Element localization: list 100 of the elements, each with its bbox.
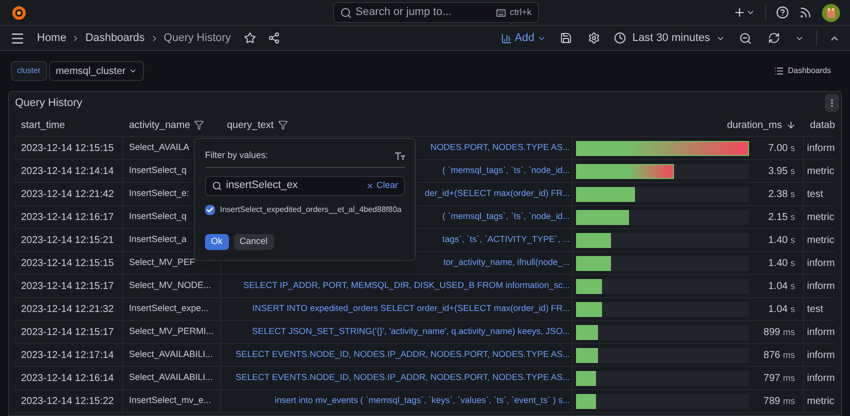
query-link[interactable]: insert into mv_events ( `memsql_tags`, `keys`, `values`, `ts`, `event_ts` ) s... — [274, 394, 570, 408]
table-cell-text: metric — [807, 164, 834, 178]
panel-menu-button[interactable] — [825, 94, 839, 112]
table-cell-text: Select_AVAILABILI... — [129, 348, 213, 362]
query-link[interactable]: SELECT EVENTS.NODE_ID, NODES.IP_ADDR, NODES.PORT, NODES.TYPE AS... — [235, 371, 570, 385]
variable-dropdown[interactable]: memsql_cluster — [48, 61, 144, 81]
cancel-button[interactable]: Cancel — [234, 234, 274, 250]
duration-value: 1.04 s — [767, 280, 795, 294]
table-cell-text: inform — [807, 256, 835, 270]
duration-value: 2.38 s — [767, 188, 795, 202]
table-cell-text: InsertSelect_mv_e... — [129, 394, 212, 408]
table-cell-text: 2023-12-14 12:16:17 — [21, 210, 114, 224]
new-button[interactable] — [733, 6, 755, 19]
breadcrumb[interactable]: Home — [37, 30, 66, 46]
menu-icon[interactable] — [10, 30, 25, 46]
table-cell-text: 2023-12-14 12:16:14 — [21, 372, 114, 386]
filter-icon[interactable] — [194, 120, 204, 130]
ok-button[interactable]: Ok — [205, 234, 229, 250]
search-field[interactable]: Search or jump to... ctrl+k — [332, 2, 538, 23]
table-cell-text: inform — [807, 372, 835, 386]
table-cell-text: Select_MV_PEF — [129, 256, 196, 270]
table-cell-text: test — [807, 302, 824, 316]
table-cell-text: inform — [807, 142, 835, 156]
table-cell-text: Select_AVAILA — [129, 141, 190, 154]
refresh-icon[interactable] — [768, 32, 780, 44]
query-link[interactable]: SELECT EVENTS.NODE_ID, NODES.IP_ADDR, NODES.PORT, NODES.TYPE AS... — [235, 348, 570, 362]
table-cell-text: inform — [807, 280, 835, 294]
table-cell-text: metric — [807, 234, 834, 248]
table-cell-text: InsertSelect_expe... — [129, 302, 209, 316]
query-link[interactable]: ( `memsql_tags`, `ts`, `node_id... — [442, 210, 570, 224]
save-icon[interactable] — [560, 32, 572, 44]
filter-icon[interactable] — [278, 120, 288, 130]
shortcut-hint: ctrl+k — [510, 6, 532, 19]
close-icon — [366, 182, 374, 190]
text-case-icon[interactable] — [395, 152, 405, 160]
table-cell-text: InsertSelect_a — [129, 233, 187, 246]
plus-icon — [733, 6, 746, 19]
search-icon — [212, 180, 222, 190]
dashboards-link[interactable]: Dashboards — [774, 65, 831, 77]
duration-value: 3.95 s — [767, 164, 795, 178]
avatar-icon[interactable] — [822, 4, 840, 22]
query-link[interactable]: SELECT JSON_SET_STRING('{}', 'activity_name', q.activity_name) keeys, JSO... — [252, 325, 570, 339]
column-header[interactable]: start_time — [21, 118, 65, 132]
table-cell-text: InsertSelect_q — [129, 210, 187, 224]
table-cell-text: 2023-12-14 12:15:22 — [21, 394, 114, 408]
logo-icon[interactable] — [10, 4, 28, 22]
column-header[interactable]: datab — [810, 118, 835, 132]
query-link[interactable]: tor_activity_name, ifnull(node_... — [443, 256, 570, 270]
variable-label: cluster — [11, 61, 47, 81]
table-cell-text: test — [807, 188, 824, 202]
table-cell-text: 2023-12-14 12:21:42 — [21, 188, 114, 202]
query-link[interactable]: SELECT IP_ADDR, PORT, MEMSQL_DIR, DISK_USED_B FROM information_sc... — [243, 279, 570, 293]
query-link[interactable]: INSERT INTO expedited_orders SELECT order_id+(SELECT max(order_id) FR... — [252, 302, 570, 316]
checkbox[interactable] — [205, 204, 215, 214]
caret-icon — [746, 8, 755, 17]
table-cell-text: 2023-12-14 12:21:32 — [21, 302, 114, 316]
table-cell-text: metric — [807, 394, 834, 408]
star-icon[interactable] — [244, 32, 256, 44]
keyboard-icon — [496, 8, 506, 18]
duration-value: 2.15 s — [767, 210, 795, 224]
duration-value: 1.40 s — [767, 234, 795, 248]
search-icon — [340, 6, 352, 18]
panel-title: Query History — [15, 96, 82, 111]
query-link[interactable]: NODES.PORT, NODES.TYPE AS... — [430, 141, 570, 155]
table-cell-text: 2023-12-14 12:17:14 — [21, 348, 114, 362]
table-cell-text: inform — [807, 326, 835, 340]
table-cell-text: InsertSelect_e: — [129, 187, 190, 200]
add-button[interactable]: Add — [500, 30, 546, 46]
zoom-out-icon[interactable] — [739, 32, 752, 44]
table-cell-text: Select_MV_NODE... — [129, 279, 212, 292]
filter-search-field[interactable]: insertSelect_ex Clear — [205, 176, 405, 196]
sort-icon[interactable] — [786, 120, 796, 130]
table-cell-text: 2023-12-14 12:15:17 — [21, 326, 114, 340]
query-link[interactable]: ( `memsql_tags`, `ts`, `node_id... — [442, 164, 570, 178]
column-header[interactable]: activity_name — [129, 118, 190, 132]
duration-value: 797 ms — [762, 372, 795, 386]
help-icon[interactable] — [776, 6, 789, 19]
table-cell-text: InsertSelect_q — [129, 164, 187, 178]
duration-value: 876 ms — [762, 348, 795, 362]
caret-icon — [128, 67, 137, 75]
bar-chart-icon — [500, 32, 512, 44]
rss-icon[interactable] — [799, 6, 812, 19]
column-header[interactable]: query_text — [227, 118, 274, 132]
query-link[interactable]: tags`, `ts`, `ACTIVITY_TYPE`, ... — [442, 233, 570, 247]
column-header[interactable]: duration_ms — [726, 118, 782, 132]
clock-icon — [614, 32, 626, 44]
popup-title: Filter by values: — [205, 149, 268, 162]
table-cell-text: 2023-12-14 12:14:14 — [21, 164, 114, 178]
table-cell-text: 2023-12-14 12:15:15 — [21, 256, 114, 270]
clear-button[interactable]: Clear — [366, 178, 398, 192]
query-link[interactable]: der_id+(SELECT max(order_id) FR... — [424, 187, 570, 201]
duration-value: 789 ms — [762, 394, 795, 408]
time-range-picker[interactable]: Last 30 minutes — [614, 30, 725, 46]
filter-option[interactable]: InsertSelect_expedited_orders__et_al_4bed88f80a — [220, 204, 402, 216]
table-cell-text: metric — [807, 210, 834, 224]
table-cell-text: Select_MV_PERMI... — [129, 325, 214, 338]
share-icon[interactable] — [268, 32, 280, 44]
breadcrumb[interactable]: Dashboards — [85, 30, 145, 46]
settings-icon[interactable] — [588, 32, 600, 44]
duration-value: 1.04 s — [767, 302, 795, 316]
